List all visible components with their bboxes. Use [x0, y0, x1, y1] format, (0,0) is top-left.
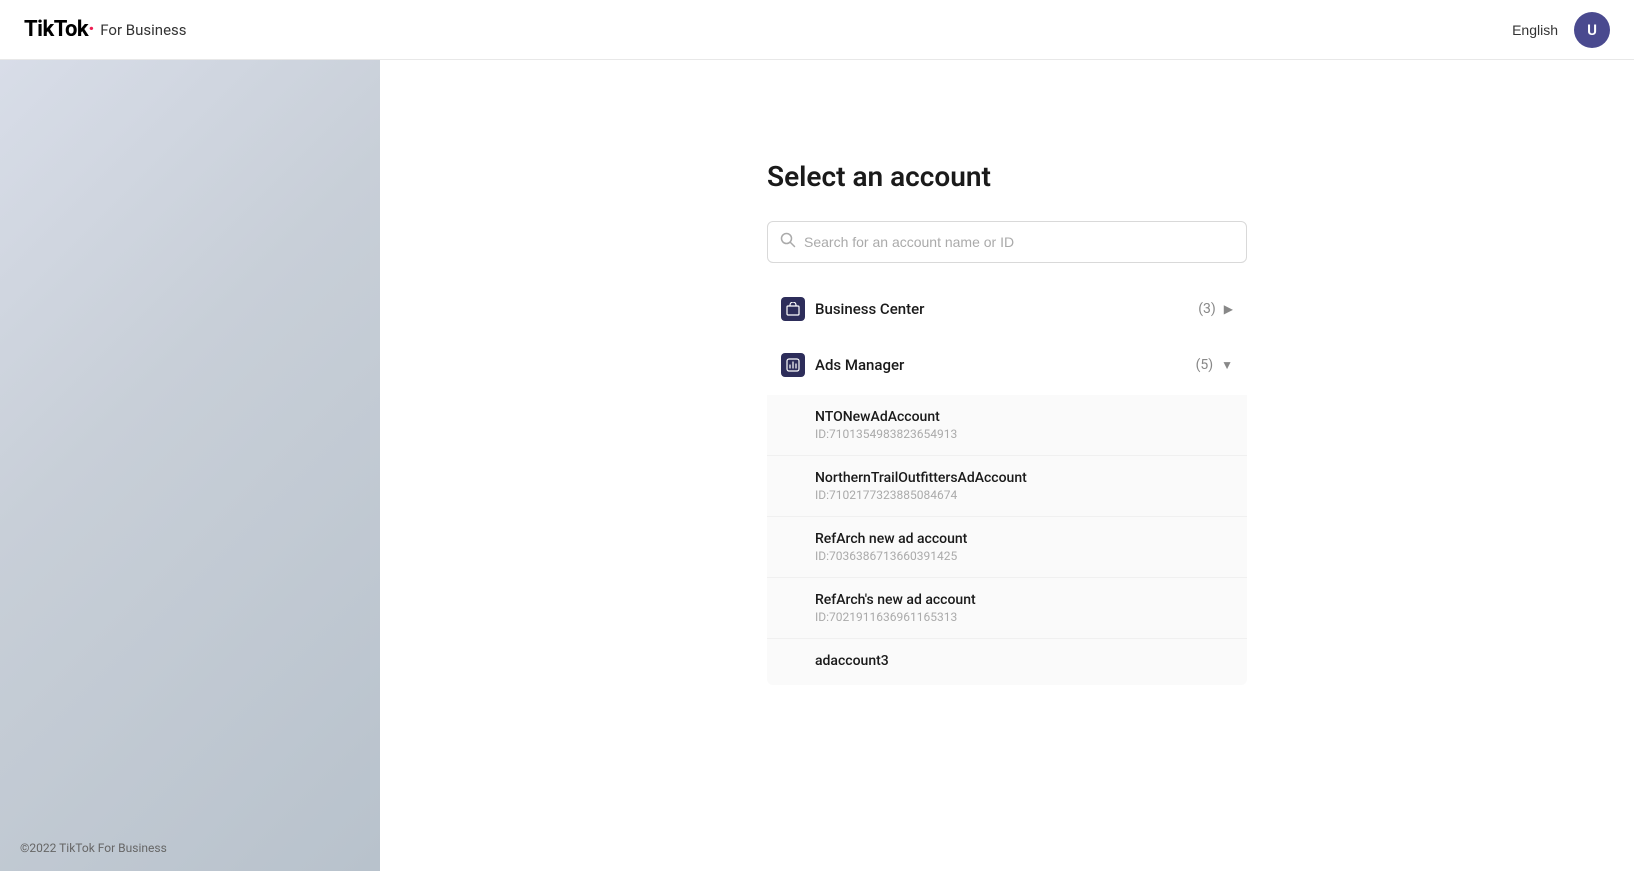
business-center-count: (3) [1198, 301, 1216, 317]
search-box[interactable] [767, 221, 1247, 263]
list-item[interactable]: NTONewAdAccount ID:7101354983823654913 [767, 395, 1247, 456]
right-panel: Select an account [380, 60, 1634, 871]
business-center-icon [781, 297, 805, 321]
header-right: English U [1512, 12, 1610, 48]
search-icon [780, 232, 796, 252]
account-id: ID:7021911636961165313 [815, 610, 1229, 624]
account-name: RefArch's new ad account [815, 592, 1229, 608]
account-name: RefArch new ad account [815, 531, 1229, 547]
business-center-chevron: ▶ [1224, 302, 1233, 316]
hero-illustration [36, 322, 316, 642]
main-layout: ©2022 TikTok For Business Select an acco… [0, 0, 1634, 871]
ads-manager-chevron: ▼ [1221, 358, 1233, 372]
select-container: Select an account [767, 160, 1247, 689]
logo: TikTok· For Business [24, 17, 187, 42]
list-item[interactable]: adaccount3 [767, 639, 1247, 685]
account-id: ID:7101354983823654913 [815, 427, 1229, 441]
left-panel: ©2022 TikTok For Business [0, 60, 380, 871]
logo-subtitle: For Business [100, 21, 186, 39]
search-input[interactable] [804, 234, 1234, 250]
business-center-label: Business Center [815, 300, 1198, 318]
footer-copyright: ©2022 TikTok For Business [20, 841, 167, 855]
account-name: adaccount3 [815, 653, 1229, 669]
list-item[interactable]: RefArch new ad account ID:70363867136603… [767, 517, 1247, 578]
user-avatar[interactable]: U [1574, 12, 1610, 48]
logo-brand: TikTok· [24, 17, 94, 42]
account-name: NorthernTrailOutfittersAdAccount [815, 470, 1229, 486]
language-button[interactable]: English [1512, 22, 1558, 38]
ads-manager-count: (5) [1196, 357, 1214, 373]
account-list: NTONewAdAccount ID:7101354983823654913 N… [767, 395, 1247, 685]
account-id: ID:7102177323885084674 [815, 488, 1229, 502]
header: TikTok· For Business English U [0, 0, 1634, 60]
ads-manager-label: Ads Manager [815, 356, 1196, 374]
ads-manager-icon [781, 353, 805, 377]
avatar-initial: U [1587, 21, 1597, 39]
ads-manager-row[interactable]: Ads Manager (5) ▼ [767, 339, 1247, 391]
list-item[interactable]: NorthernTrailOutfittersAdAccount ID:7102… [767, 456, 1247, 517]
list-item[interactable]: RefArch's new ad account ID:702191163696… [767, 578, 1247, 639]
page-title: Select an account [767, 160, 1247, 193]
language-label: English [1512, 22, 1558, 38]
account-name: NTONewAdAccount [815, 409, 1229, 425]
business-center-row[interactable]: Business Center (3) ▶ [767, 283, 1247, 335]
account-id: ID:7036386713660391425 [815, 549, 1229, 563]
